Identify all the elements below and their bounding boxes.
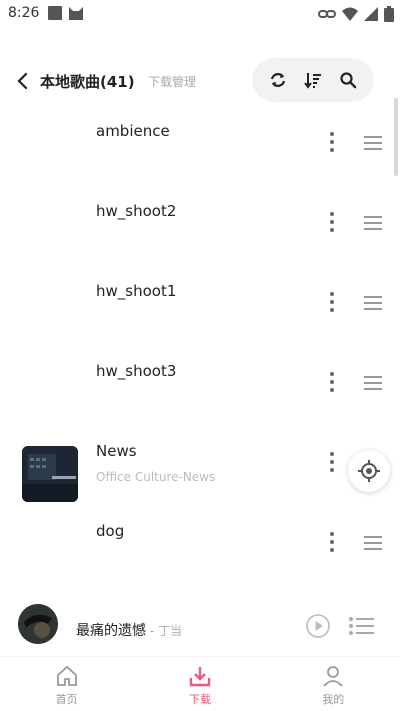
header: 本地歌曲(41) 下载管理 <box>0 58 400 104</box>
song-row[interactable]: ambience <box>0 112 392 192</box>
more-options-icon[interactable] <box>326 292 338 316</box>
notification-square-icon <box>48 6 62 20</box>
status-bar: 8:26 <box>0 0 400 28</box>
search-button[interactable] <box>337 69 359 91</box>
album-cover <box>22 446 78 502</box>
song-row[interactable]: News Office Culture-News <box>0 432 392 512</box>
song-title: News <box>96 442 137 460</box>
album-cover-image <box>22 446 78 502</box>
nav-item-profile[interactable]: 我的 <box>267 657 400 711</box>
more-options-icon[interactable] <box>326 212 338 236</box>
drag-handle-icon[interactable] <box>364 536 382 550</box>
nav-label-download: 下载 <box>188 693 211 706</box>
nav-label-profile: 我的 <box>322 693 345 706</box>
player-cover-image <box>18 604 58 644</box>
nav-item-home[interactable]: 首页 <box>0 657 133 711</box>
bottom-nav: 首页 下载 我的 <box>0 656 400 711</box>
player-artist: - 丁当 <box>146 624 182 638</box>
refresh-button[interactable] <box>267 69 289 91</box>
mini-player[interactable]: 最痛的遗憾 - 丁当 <box>0 598 400 656</box>
song-title: hw_shoot3 <box>96 362 177 380</box>
link-icon <box>318 10 336 18</box>
search-icon <box>340 72 357 89</box>
drag-handle-icon[interactable] <box>364 136 382 150</box>
song-row[interactable]: hw_shoot1 <box>0 272 392 352</box>
nav-label-home: 首页 <box>55 693 78 706</box>
song-title: ambience <box>96 122 170 140</box>
song-title: hw_shoot2 <box>96 202 177 220</box>
drag-handle-icon[interactable] <box>364 376 382 390</box>
page-title: 本地歌曲(41) <box>40 73 135 91</box>
playlist-icon[interactable] <box>348 614 374 638</box>
sort-icon <box>304 73 321 89</box>
scrollbar[interactable] <box>394 98 398 176</box>
home-icon <box>56 665 77 686</box>
nav-item-download[interactable]: 下载 <box>133 657 266 711</box>
song-title: dog <box>96 522 125 540</box>
song-row[interactable]: hw_shoot2 <box>0 192 392 272</box>
song-row[interactable]: hw_shoot3 <box>0 352 392 432</box>
sort-button[interactable] <box>302 69 324 91</box>
toolbar <box>252 58 374 102</box>
more-options-icon[interactable] <box>326 132 338 156</box>
battery-icon <box>384 6 394 22</box>
player-cover <box>18 604 58 644</box>
locate-icon <box>358 460 380 482</box>
locate-current-button[interactable] <box>348 450 390 492</box>
cat-app-icon <box>69 7 83 20</box>
more-options-icon[interactable] <box>326 532 338 556</box>
user-icon <box>323 666 343 687</box>
refresh-icon <box>270 73 285 87</box>
player-song-title: 最痛的遗憾 - 丁当 <box>76 620 182 640</box>
more-options-icon[interactable] <box>326 372 338 396</box>
song-row[interactable]: dog <box>0 512 392 592</box>
drag-handle-icon[interactable] <box>364 296 382 310</box>
download-icon <box>189 667 211 687</box>
song-title: hw_shoot1 <box>96 282 177 300</box>
song-subtitle: Office Culture-News <box>96 470 216 484</box>
play-icon[interactable] <box>306 614 330 638</box>
back-arrow-icon[interactable] <box>14 70 32 92</box>
player-title-text: 最痛的遗憾 <box>76 623 146 639</box>
status-icons <box>318 6 394 22</box>
drag-handle-icon[interactable] <box>364 216 382 230</box>
wifi-icon <box>342 7 358 21</box>
more-options-icon[interactable] <box>326 452 338 476</box>
signal-icon <box>364 7 378 21</box>
status-time: 8:26 <box>8 5 40 21</box>
download-manager-link[interactable]: 下载管理 <box>148 73 196 90</box>
